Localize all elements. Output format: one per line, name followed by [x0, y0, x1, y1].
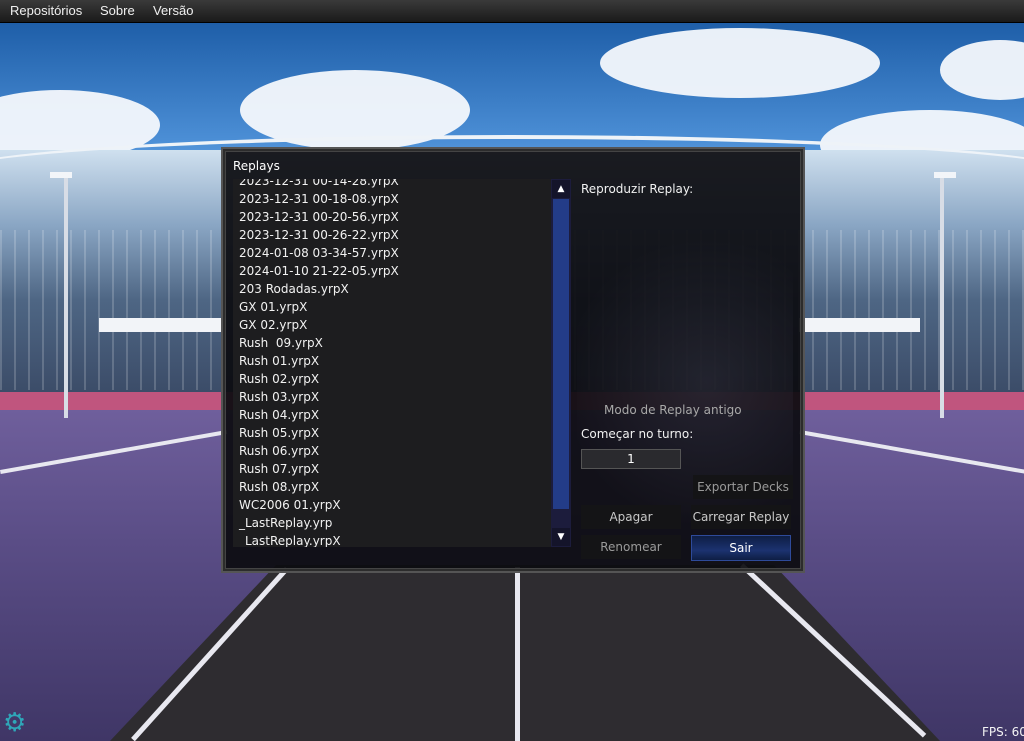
- light-pole: [940, 178, 944, 418]
- replay-file-item[interactable]: Rush 05.yrpX: [239, 424, 399, 442]
- replay-file-item[interactable]: 2023-12-31 00-14-28.yrpX: [239, 179, 399, 190]
- start-turn-label: Começar no turno:: [581, 427, 694, 441]
- replay-file-item[interactable]: _LastReplay.yrpX: [239, 532, 399, 547]
- replay-file-item[interactable]: Rush 04.yrpX: [239, 406, 399, 424]
- menu-version[interactable]: Versão: [153, 3, 193, 18]
- exit-button[interactable]: Sair: [691, 535, 791, 561]
- replay-file-list[interactable]: 2023-12-31 00-14-28.yrpX 2023-12-31 00-18…: [233, 179, 571, 547]
- list-scrollbar[interactable]: ▲ ▼: [551, 179, 571, 547]
- fps-counter: FPS: 60: [982, 725, 1024, 739]
- replay-label: Reproduzir Replay:: [581, 182, 694, 196]
- replay-file-item[interactable]: Rush 09.yrpX: [239, 334, 399, 352]
- light-head: [934, 172, 956, 178]
- old-replay-mode-toggle[interactable]: Modo de Replay antigo: [604, 403, 742, 417]
- light-pole: [64, 178, 68, 418]
- menu-about[interactable]: Sobre: [100, 3, 135, 18]
- arrow-up-icon: ▲: [557, 184, 565, 194]
- cloud: [600, 28, 880, 98]
- replay-file-item[interactable]: Rush 08.yrpX: [239, 478, 399, 496]
- replay-file-item[interactable]: GX 01.yrpX: [239, 298, 399, 316]
- replay-file-item[interactable]: Rush 03.yrpX: [239, 388, 399, 406]
- replay-file-item[interactable]: GX 02.yrpX: [239, 316, 399, 334]
- scroll-up-button[interactable]: ▲: [552, 180, 570, 198]
- replay-file-item[interactable]: Rush 07.yrpX: [239, 460, 399, 478]
- replay-file-item[interactable]: WC2006 01.yrpX: [239, 496, 399, 514]
- track-line: [515, 567, 520, 741]
- load-replay-button[interactable]: Carregar Replay: [691, 505, 791, 529]
- replay-file-item[interactable]: 2024-01-08 03-34-57.yrpX: [239, 244, 399, 262]
- light-head: [50, 172, 72, 178]
- scroll-thumb[interactable]: [553, 199, 569, 509]
- hurdle: [99, 318, 225, 332]
- hurdle: [799, 318, 920, 332]
- replay-file-item[interactable]: 203 Rodadas.yrpX: [239, 280, 399, 298]
- replay-file-item[interactable]: 2023-12-31 00-18-08.yrpX: [239, 190, 399, 208]
- gear-icon[interactable]: ⚙: [3, 710, 29, 736]
- replay-file-list-items: 2023-12-31 00-14-28.yrpX 2023-12-31 00-18…: [239, 179, 399, 547]
- start-turn-input[interactable]: 1: [581, 449, 681, 469]
- menu-bar: Repositórios Sobre Versão: [0, 0, 1024, 23]
- replay-file-item[interactable]: 2023-12-31 00-26-22.yrpX: [239, 226, 399, 244]
- arrow-down-icon: ▼: [557, 532, 565, 542]
- dialog-title: Replays: [233, 159, 280, 173]
- replay-file-item[interactable]: Rush 06.yrpX: [239, 442, 399, 460]
- scroll-down-button[interactable]: ▼: [552, 528, 570, 546]
- replay-file-item[interactable]: 2023-12-31 00-20-56.yrpX: [239, 208, 399, 226]
- export-decks-button[interactable]: Exportar Decks: [693, 475, 793, 499]
- replay-file-item[interactable]: Rush 01.yrpX: [239, 352, 399, 370]
- replay-file-item[interactable]: 2024-01-10 21-22-05.yrpX: [239, 262, 399, 280]
- replay-file-item[interactable]: _LastReplay.yrp: [239, 514, 399, 532]
- rename-button[interactable]: Renomear: [581, 535, 681, 559]
- replay-file-item[interactable]: Rush 02.yrpX: [239, 370, 399, 388]
- delete-button[interactable]: Apagar: [581, 505, 681, 529]
- menu-repositories[interactable]: Repositórios: [10, 3, 82, 18]
- replays-dialog: Replays 2023-12-31 00-14-28.yrpX 2023-12-…: [223, 149, 803, 571]
